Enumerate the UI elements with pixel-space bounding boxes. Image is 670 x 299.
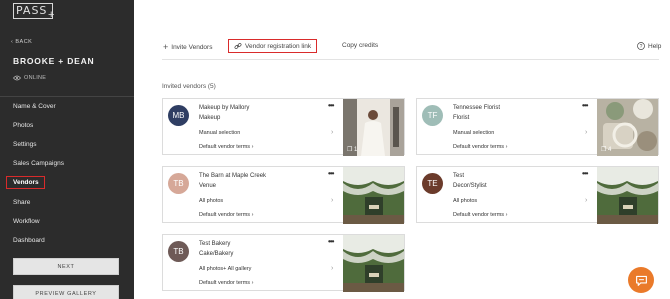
chevron-right-icon: › xyxy=(251,144,254,150)
vendor-photo-thumbnail[interactable]: ❐ 4 xyxy=(597,99,658,156)
invite-vendors-label: Invite Vendors xyxy=(171,43,213,51)
vendor-photo-thumbnail[interactable] xyxy=(343,235,404,292)
chevron-right-icon: › xyxy=(505,212,508,218)
vendor-terms-link[interactable]: Default vendor terms › xyxy=(199,212,253,218)
vendor-category: Florist xyxy=(453,115,470,121)
vendor-card[interactable]: TE Test Decor/Stylist ••• All photos › D… xyxy=(416,166,659,224)
vendor-photo-thumbnail[interactable]: ❐ 1 xyxy=(343,99,404,156)
more-options-icon[interactable]: ••• xyxy=(582,169,588,178)
gallery-title: BROOKE + DEAN xyxy=(13,56,95,66)
vendor-category: Makeup xyxy=(199,115,221,121)
copy-credits-button[interactable]: Copy credits xyxy=(342,42,378,49)
gallery-status[interactable]: ONLINE xyxy=(13,75,46,81)
vendor-avatar: TF xyxy=(422,105,443,126)
nav-photos[interactable]: Photos xyxy=(13,122,33,129)
invite-vendors-button[interactable]: + Invite Vendors xyxy=(163,42,212,52)
next-button[interactable]: NEXT xyxy=(13,258,119,275)
chat-support-button[interactable] xyxy=(628,267,654,293)
sidebar-divider xyxy=(0,96,134,97)
chevron-right-icon: › xyxy=(251,280,254,286)
vendor-avatar: TB xyxy=(168,241,189,262)
invited-vendors-title: Invited vendors (5) xyxy=(162,83,216,90)
sidebar: PASS + ‹ BACK BROOKE + DEAN ONLINE Name … xyxy=(0,0,134,299)
vendor-category: Venue xyxy=(199,183,217,189)
app-root: PASS + ‹ BACK BROOKE + DEAN ONLINE Name … xyxy=(0,0,670,299)
more-options-icon[interactable]: ••• xyxy=(328,237,334,246)
help-label: Help xyxy=(648,42,662,50)
more-options-icon[interactable]: ••• xyxy=(328,101,334,110)
decor-photo xyxy=(597,167,658,224)
vendor-card[interactable]: TF Tennessee Florist Florist ••• Manual … xyxy=(416,98,659,156)
more-options-icon[interactable]: ••• xyxy=(582,101,588,110)
preview-gallery-button[interactable]: PREVIEW GALLERY xyxy=(13,285,119,299)
vendor-card[interactable]: TB Test Bakery Cake/Bakery ••• All photo… xyxy=(162,234,405,292)
vendor-registration-link-label: Vendor registration link xyxy=(245,42,312,50)
photo-count: 1 xyxy=(354,147,358,153)
nav-name-cover[interactable]: Name & Cover xyxy=(13,103,56,110)
vendor-terms-label: Default vendor terms xyxy=(199,212,251,218)
chevron-right-icon[interactable]: › xyxy=(331,265,333,272)
vendor-selection[interactable]: Manual selection xyxy=(199,130,240,136)
vendor-card[interactable]: TB The Barn at Maple Creek Venue ••• All… xyxy=(162,166,405,224)
nav-settings[interactable]: Settings xyxy=(13,141,37,148)
bakery-photo xyxy=(343,235,404,292)
more-options-icon[interactable]: ••• xyxy=(328,169,334,178)
vendor-name: Makeup by Mallory xyxy=(199,105,250,111)
vendor-terms-label: Default vendor terms xyxy=(199,144,251,150)
vendor-photo-thumbnail[interactable] xyxy=(343,167,404,224)
vendor-category: Cake/Bakery xyxy=(199,251,234,257)
nav-sales-campaigns[interactable]: Sales Campaigns xyxy=(13,160,64,167)
nav-vendors[interactable]: Vendors xyxy=(6,176,45,189)
vendor-name: Tennessee Florist xyxy=(453,105,501,111)
photo-count-badge: ❐ 4 xyxy=(601,147,612,153)
vendor-avatar: TB xyxy=(168,173,189,194)
vendor-toolbar: + Invite Vendors Vendor registration lin… xyxy=(162,38,661,60)
vendor-terms-link[interactable]: Default vendor terms › xyxy=(199,280,253,286)
chevron-right-icon[interactable]: › xyxy=(331,129,333,136)
chat-bubble-icon xyxy=(635,275,647,286)
back-link[interactable]: ‹ BACK xyxy=(11,39,32,45)
svg-text:?: ? xyxy=(640,44,643,50)
vendor-name: Test Bakery xyxy=(199,241,231,247)
nav-workflow[interactable]: Workflow xyxy=(13,218,40,225)
venue-photo xyxy=(343,167,404,224)
eye-icon xyxy=(13,75,21,81)
question-circle-icon: ? xyxy=(637,42,645,50)
vendor-selection[interactable]: All photos+ All gallery xyxy=(199,266,251,272)
logo[interactable]: PASS xyxy=(13,3,53,19)
main-content: + Invite Vendors Vendor registration lin… xyxy=(134,0,670,299)
photo-count: 4 xyxy=(608,147,612,153)
vendor-name: The Barn at Maple Creek xyxy=(199,173,267,179)
plus-icon: + xyxy=(163,42,169,52)
chevron-right-icon[interactable]: › xyxy=(331,197,333,204)
chevron-right-icon[interactable]: › xyxy=(585,197,587,204)
status-label: ONLINE xyxy=(24,75,47,81)
link-icon xyxy=(234,43,242,49)
vendor-terms-label: Default vendor terms xyxy=(453,212,505,218)
vendor-terms-link[interactable]: Default vendor terms › xyxy=(453,144,507,150)
nav-dashboard[interactable]: Dashboard xyxy=(13,237,45,244)
vendor-name: Test xyxy=(453,173,465,179)
back-label: BACK xyxy=(15,39,33,45)
nav-share[interactable]: Share xyxy=(13,199,30,206)
chevron-right-icon: › xyxy=(505,144,508,150)
vendor-selection[interactable]: All photos xyxy=(453,198,477,204)
vendor-selection[interactable]: Manual selection xyxy=(453,130,494,136)
help-link[interactable]: ? Help xyxy=(637,42,661,50)
chevron-right-icon: › xyxy=(251,212,254,218)
vendor-terms-link[interactable]: Default vendor terms › xyxy=(199,144,253,150)
photo-count-badge: ❐ 1 xyxy=(347,147,358,153)
vendor-registration-link-button[interactable]: Vendor registration link xyxy=(228,39,318,53)
vendor-terms-link[interactable]: Default vendor terms › xyxy=(453,212,507,218)
vendor-category: Decor/Stylist xyxy=(453,183,487,189)
vendor-photo-thumbnail[interactable] xyxy=(597,167,658,224)
chevron-right-icon[interactable]: › xyxy=(585,129,587,136)
vendor-terms-label: Default vendor terms xyxy=(453,144,505,150)
vendor-terms-label: Default vendor terms xyxy=(199,280,251,286)
logo-plus-icon: + xyxy=(48,9,55,21)
vendor-card[interactable]: MB Makeup by Mallory Makeup ••• Manual s… xyxy=(162,98,405,156)
vendor-selection[interactable]: All photos xyxy=(199,198,223,204)
vendor-avatar: MB xyxy=(168,105,189,126)
vendor-avatar: TE xyxy=(422,173,443,194)
